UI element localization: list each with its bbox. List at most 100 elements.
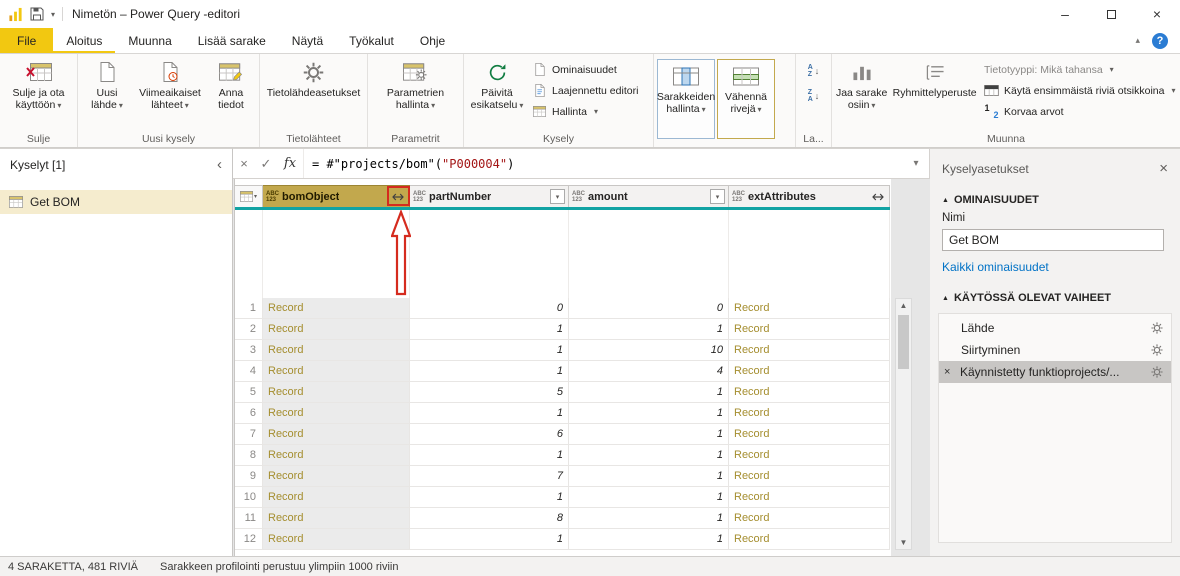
bomobject-cell[interactable]: Record xyxy=(263,340,410,361)
datasource-settings-button[interactable]: Tietolähdeasetukset xyxy=(262,57,365,99)
column-filter-button[interactable]: ▾ xyxy=(710,189,725,204)
sort-descending-button[interactable]: ZA ↓ xyxy=(801,85,827,107)
tab-ohje[interactable]: Ohje xyxy=(407,28,458,53)
minimize-button[interactable]: – xyxy=(1042,0,1088,28)
tab-lisaa-sarake[interactable]: Lisää sarake xyxy=(185,28,279,53)
query-item-get-bom[interactable]: Get BOM xyxy=(0,190,232,214)
bomobject-cell[interactable]: Record xyxy=(263,445,410,466)
extattributes-cell[interactable]: Record xyxy=(729,445,890,466)
bomobject-cell[interactable]: Record xyxy=(263,382,410,403)
extattributes-cell[interactable]: Record xyxy=(729,529,890,550)
new-source-button[interactable]: Uusi lähde▾ xyxy=(80,57,134,112)
help-icon[interactable]: ? xyxy=(1152,33,1168,49)
formula-expand-icon[interactable]: ▾ xyxy=(903,158,929,169)
properties-section-header[interactable]: ▲ OMINAISUUDET xyxy=(930,185,1180,210)
query-name-input[interactable] xyxy=(942,229,1164,251)
use-first-row-button[interactable]: Käytä ensimmäistä riviä otsikkoina▾ xyxy=(980,80,1178,101)
column-filter-button[interactable]: ▾ xyxy=(550,189,565,204)
select-all-corner[interactable]: ▾ xyxy=(235,185,263,207)
bomobject-cell[interactable]: Record xyxy=(263,403,410,424)
step-settings-gear-icon[interactable] xyxy=(1151,344,1163,356)
scrollbar-thumb[interactable] xyxy=(898,315,909,369)
column-name: bomObject xyxy=(282,191,339,203)
applied-steps-section-header[interactable]: ▲ KÄYTÖSSÄ OLEVAT VAIHEET xyxy=(930,283,1180,308)
collapse-ribbon-icon[interactable]: ▴ xyxy=(1135,35,1140,46)
data-preview-table: ▾ ABC123 bomObject ABC123 partNumber ▾ A… xyxy=(234,179,891,556)
all-properties-link[interactable]: Kaikki ominaisuudet xyxy=(930,251,1180,283)
bomobject-cell[interactable]: Record xyxy=(263,319,410,340)
bomobject-cell[interactable]: Record xyxy=(263,508,410,529)
extattributes-cell[interactable]: Record xyxy=(729,319,890,340)
amount-cell: 1 xyxy=(569,487,729,508)
extattributes-cell[interactable]: Record xyxy=(729,424,890,445)
data-type-button[interactable]: Tietotyyppi: Mikä tahansa▾ xyxy=(980,59,1178,80)
bomobject-cell[interactable]: Record xyxy=(263,529,410,550)
tab-file[interactable]: File xyxy=(0,28,53,53)
save-icon[interactable] xyxy=(30,7,44,21)
applied-step-lahde[interactable]: Lähde xyxy=(939,317,1171,339)
formula-input[interactable]: = #"projects/bom"("P000004") xyxy=(303,149,903,178)
manage-parameters-button[interactable]: Parametrien hallinta▾ xyxy=(372,57,460,112)
extattributes-cell[interactable]: Record xyxy=(729,340,890,361)
column-header-partnumber[interactable]: ABC123 partNumber ▾ xyxy=(410,185,569,207)
close-settings-icon[interactable]: × xyxy=(1159,160,1168,177)
bomobject-cell[interactable]: Record xyxy=(263,466,410,487)
delete-step-icon[interactable]: × xyxy=(944,366,958,378)
extattributes-cell[interactable]: Record xyxy=(729,466,890,487)
applied-step-siirtyminen[interactable]: Siirtyminen xyxy=(939,339,1171,361)
advanced-editor-label: Laajennettu editori xyxy=(552,85,638,97)
extattributes-cell[interactable]: Record xyxy=(729,298,890,319)
enter-data-button[interactable]: Anna tiedot xyxy=(206,57,256,111)
extattributes-cell[interactable]: Record xyxy=(729,508,890,529)
manage-button[interactable]: Hallinta▾ xyxy=(528,101,650,122)
row-number: 8 xyxy=(235,445,263,466)
maximize-button[interactable] xyxy=(1088,0,1134,28)
reduce-rows-button[interactable]: Vähennä rivejä▾ xyxy=(717,59,775,139)
partnumber-cell: 1 xyxy=(410,445,569,466)
group-by-button[interactable]: Ryhmittelyperuste xyxy=(889,57,980,99)
bomobject-cell[interactable]: Record xyxy=(263,298,410,319)
extattributes-cell[interactable]: Record xyxy=(729,487,890,508)
discard-formula-icon[interactable]: × xyxy=(233,156,255,171)
column-header-extattributes[interactable]: ABC123 extAttributes xyxy=(729,185,890,207)
commit-formula-icon[interactable]: ✓ xyxy=(255,156,277,172)
step-settings-gear-icon[interactable] xyxy=(1151,366,1163,378)
amount-cell: 0 xyxy=(569,298,729,319)
ribbon-group-kysely: Päivitä esikatselu▾ Ominaisuudet Laajenn… xyxy=(464,54,654,147)
recent-sources-button[interactable]: Viimeaikaiset lähteet▾ xyxy=(134,57,206,112)
applied-steps-section-label: KÄYTÖSSÄ OLEVAT VAIHEET xyxy=(954,292,1111,304)
extattributes-cell[interactable]: Record xyxy=(729,361,890,382)
formula-string-literal: "P000004" xyxy=(442,157,507,171)
tab-muunna[interactable]: Muunna xyxy=(115,28,184,53)
close-button[interactable]: × xyxy=(1134,0,1180,28)
scroll-up-icon[interactable]: ▲ xyxy=(896,301,911,310)
annotation-arrow xyxy=(391,210,411,296)
bomobject-cell[interactable]: Record xyxy=(263,424,410,445)
replace-values-button[interactable]: 12 Korvaa arvot xyxy=(980,101,1178,122)
properties-button[interactable]: Ominaisuudet xyxy=(528,59,650,80)
bomobject-cell[interactable]: Record xyxy=(263,487,410,508)
extattributes-cell[interactable]: Record xyxy=(729,382,890,403)
sort-ascending-button[interactable]: AZ ↓ xyxy=(801,60,827,82)
advanced-editor-button[interactable]: Laajennettu editori xyxy=(528,80,650,101)
tab-aloitus[interactable]: Aloitus xyxy=(53,28,115,53)
applied-step-invoked-function[interactable]: × Käynnistetty funktioprojects/... xyxy=(939,361,1171,383)
power-query-editor-window: ▾ Nimetön – Power Query -editori – × Fil… xyxy=(0,0,1180,576)
split-column-button[interactable]: Jaa sarake osiin▾ xyxy=(834,57,889,112)
tab-tyokalut[interactable]: Työkalut xyxy=(336,28,407,53)
extattributes-cell[interactable]: Record xyxy=(729,403,890,424)
manage-columns-button[interactable]: Sarakkeiden hallinta▾ xyxy=(657,59,715,139)
scroll-down-icon[interactable]: ▼ xyxy=(896,538,911,547)
tab-nayta[interactable]: Näytä xyxy=(279,28,336,53)
column-header-amount[interactable]: ABC123 amount ▾ xyxy=(569,185,729,207)
close-and-apply-button[interactable]: Sulje ja ota käyttöön▾ xyxy=(2,57,75,112)
bomobject-cell[interactable]: Record xyxy=(263,361,410,382)
quick-access-caret-icon[interactable]: ▾ xyxy=(51,10,55,19)
row-number: 11 xyxy=(235,508,263,529)
refresh-preview-button[interactable]: Päivitä esikatselu▾ xyxy=(466,57,528,112)
collapse-queries-pane-icon[interactable]: ‹ xyxy=(217,159,222,171)
expand-column-button[interactable] xyxy=(870,189,886,205)
step-settings-gear-icon[interactable] xyxy=(1151,322,1163,334)
vertical-scrollbar[interactable]: ▲ ▼ xyxy=(895,298,912,550)
table-row: 1Record00Record xyxy=(235,298,890,319)
